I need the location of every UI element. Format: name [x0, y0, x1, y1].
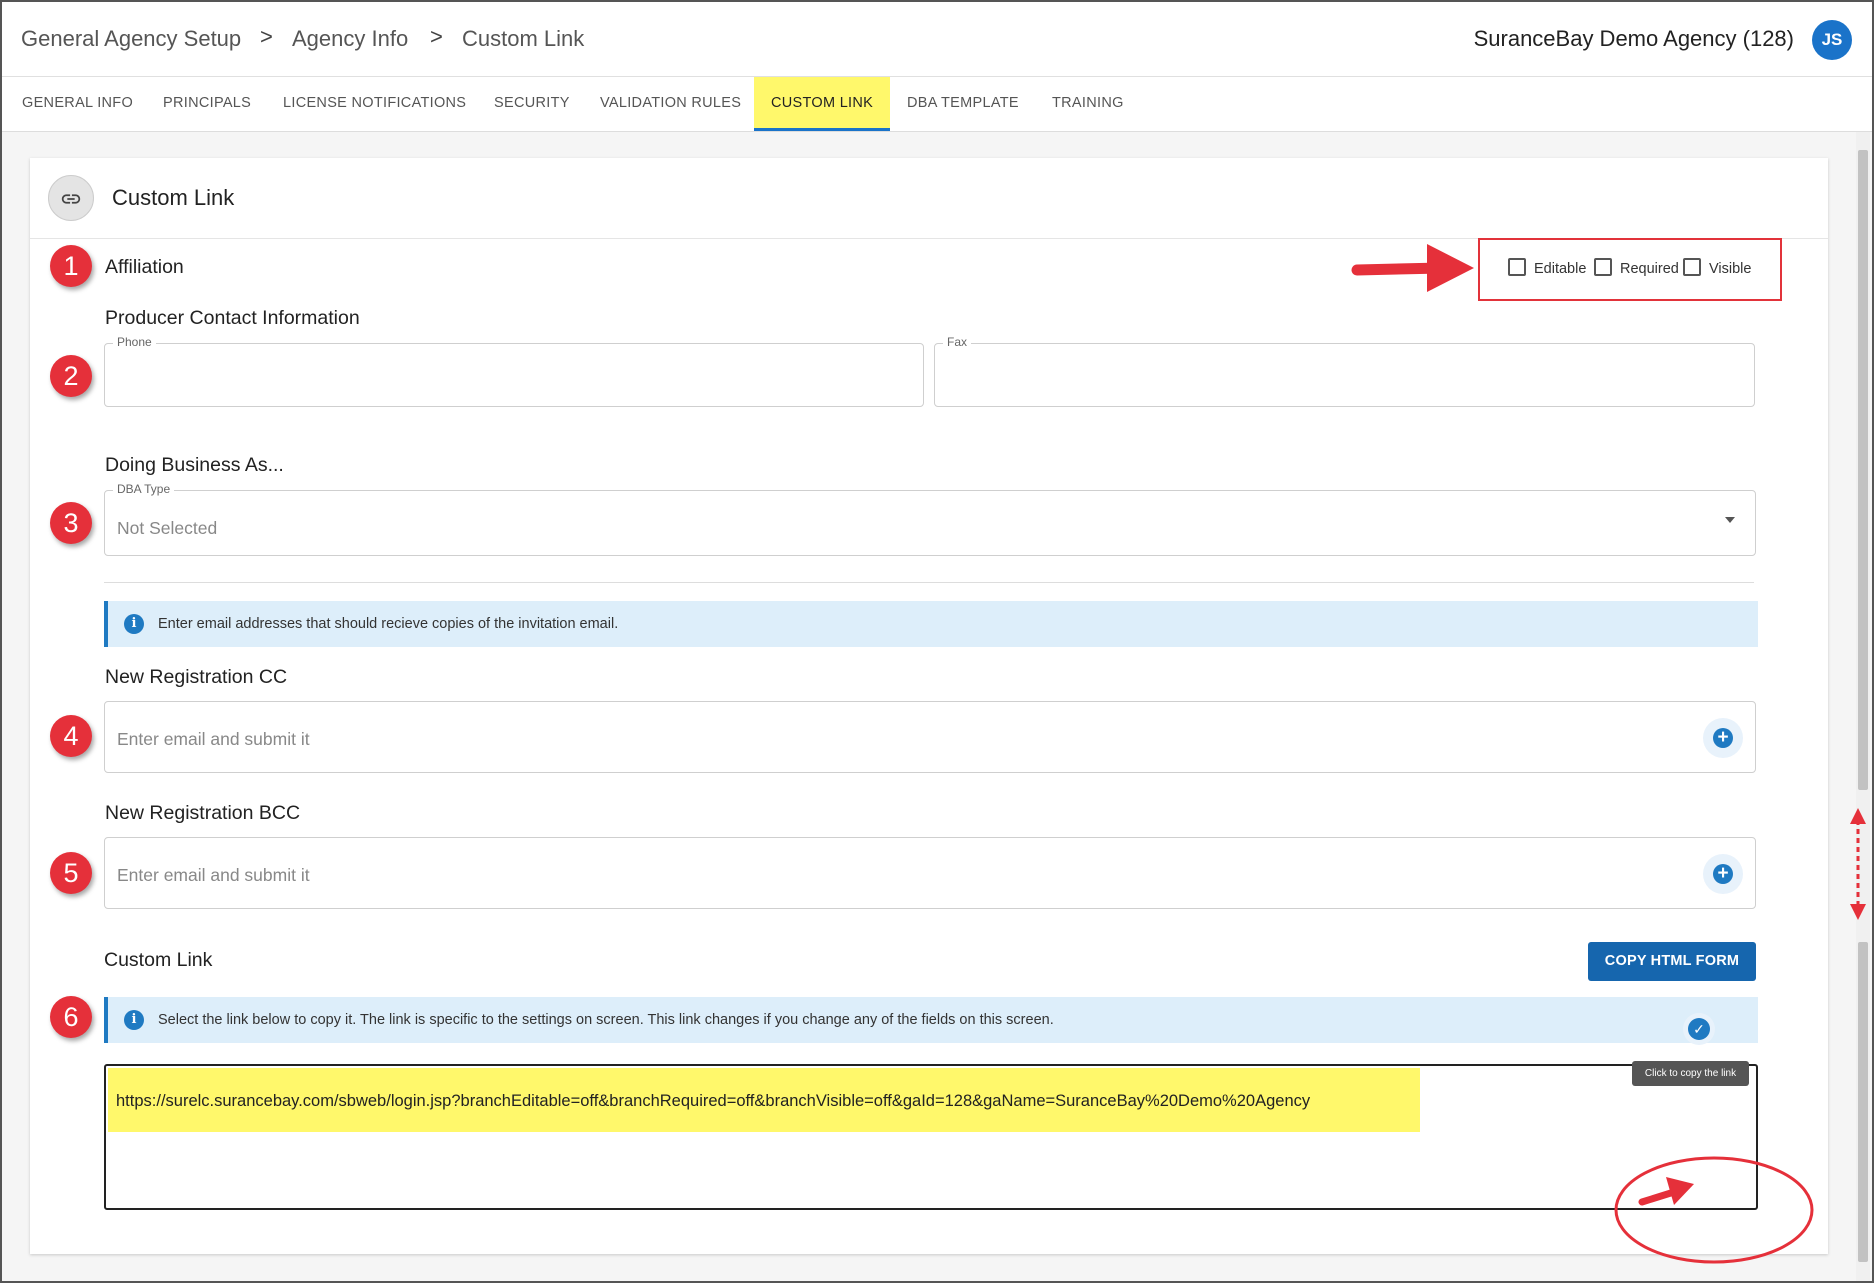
annotation-badge-3: 3: [50, 502, 92, 544]
app-window: General Agency Setup > Agency Info > Cus…: [0, 0, 1874, 1283]
tab-bar: GENERAL INFO PRINCIPALS LICENSE NOTIFICA…: [2, 77, 1872, 132]
registration-cc-input[interactable]: Enter email and submit it +: [104, 701, 1756, 773]
avatar[interactable]: JS: [1812, 20, 1852, 60]
affiliation-label: Affiliation: [105, 256, 184, 278]
dba-type-label: DBA Type: [113, 482, 175, 496]
tab-dba-template[interactable]: DBA TEMPLATE: [890, 77, 1036, 128]
annotation-badge-2: 2: [50, 355, 92, 397]
registration-cc-placeholder: Enter email and submit it: [117, 729, 310, 749]
breadcrumb-general-agency-setup[interactable]: General Agency Setup: [21, 26, 241, 52]
dba-label: Doing Business As...: [105, 454, 284, 476]
affiliation-options-highlight: Editable Required Visible: [1478, 238, 1782, 301]
email-info-banner: i Enter email addresses that should reci…: [104, 601, 1758, 647]
visible-checkbox-label: Visible: [1709, 261, 1752, 277]
copy-html-form-button[interactable]: COPY HTML FORM: [1588, 942, 1756, 981]
breadcrumb-custom-link: Custom Link: [462, 26, 585, 51]
add-cc-button[interactable]: +: [1703, 718, 1743, 758]
checkbox-icon: [1594, 258, 1612, 276]
tab-validation-rules[interactable]: VALIDATION RULES: [583, 77, 758, 128]
agency-name: SuranceBay Demo Agency (128): [1473, 26, 1794, 51]
dropdown-arrow-icon: [1725, 517, 1735, 523]
checkbox-icon: [1508, 258, 1526, 276]
check-circle-icon: ✓: [1688, 1018, 1710, 1040]
info-icon: i: [124, 614, 144, 634]
annotation-badge-1: 1: [50, 245, 92, 287]
editable-checkbox-label: Editable: [1534, 261, 1587, 277]
editable-checkbox[interactable]: Editable: [1508, 258, 1586, 277]
chevron-right-icon: >: [430, 24, 443, 49]
link-icon: [48, 175, 94, 221]
fax-field[interactable]: Fax: [934, 335, 1755, 407]
scrollbar-thumb[interactable]: [1858, 150, 1868, 790]
annotation-badge-5: 5: [50, 852, 92, 894]
add-circle-icon: +: [1713, 728, 1733, 748]
copy-link-tooltip: Click to copy the link: [1632, 1061, 1749, 1086]
breadcrumb-agency-info[interactable]: Agency Info: [292, 26, 408, 52]
required-checkbox-label: Required: [1620, 261, 1679, 277]
tab-security[interactable]: SECURITY: [477, 77, 587, 128]
chevron-right-icon: >: [260, 24, 273, 49]
card-header: Custom Link: [30, 158, 1828, 239]
divider: [104, 582, 1754, 583]
vertical-scrollbar[interactable]: [1856, 132, 1870, 1281]
required-checkbox[interactable]: Required: [1594, 258, 1679, 277]
tab-training[interactable]: TRAINING: [1035, 77, 1141, 128]
registration-cc-label: New Registration CC: [105, 666, 288, 688]
info-icon: i: [124, 1010, 144, 1030]
custom-link-box[interactable]: https://surelc.surancebay.com/sbweb/logi…: [104, 1064, 1758, 1210]
scrollbar-thumb-lower[interactable]: [1858, 942, 1868, 1262]
add-bcc-button[interactable]: +: [1703, 854, 1743, 894]
add-circle-icon: +: [1713, 864, 1733, 884]
custom-link-card: Custom Link 1 Affiliation Editable Requi…: [30, 158, 1828, 1254]
fax-label: Fax: [943, 335, 972, 349]
dba-type-value: Not Selected: [117, 518, 218, 538]
registration-bcc-label: New Registration BCC: [105, 802, 301, 824]
tab-principals[interactable]: PRINCIPALS: [146, 77, 268, 128]
tab-license-notifications[interactable]: LICENSE NOTIFICATIONS: [266, 77, 483, 128]
annotation-badge-4: 4: [50, 715, 92, 757]
producer-contact-label: Producer Contact Information: [105, 307, 360, 329]
annotation-badge-6: 6: [50, 996, 92, 1038]
custom-link-label: Custom Link: [104, 949, 213, 971]
custom-link-url[interactable]: https://surelc.surancebay.com/sbweb/logi…: [116, 1092, 1310, 1111]
phone-field[interactable]: Phone: [104, 335, 924, 407]
checkbox-icon: [1683, 258, 1701, 276]
tab-custom-link[interactable]: CUSTOM LINK: [754, 77, 891, 131]
card-title: Custom Link: [112, 185, 235, 210]
dba-type-select[interactable]: DBA Type Not Selected: [104, 482, 1756, 556]
link-info-banner: i Select the link below to copy it. The …: [104, 997, 1758, 1043]
copy-link-button[interactable]: ✓: [1683, 1013, 1715, 1045]
email-info-text: Enter email addresses that should reciev…: [158, 616, 619, 632]
link-info-text: Select the link below to copy it. The li…: [158, 1012, 1054, 1028]
registration-bcc-input[interactable]: Enter email and submit it +: [104, 837, 1756, 909]
visible-checkbox[interactable]: Visible: [1683, 258, 1751, 277]
phone-label: Phone: [113, 335, 156, 349]
tab-general-info[interactable]: GENERAL INFO: [5, 77, 150, 128]
top-bar: General Agency Setup > Agency Info > Cus…: [2, 2, 1872, 77]
registration-bcc-placeholder: Enter email and submit it: [117, 865, 310, 885]
